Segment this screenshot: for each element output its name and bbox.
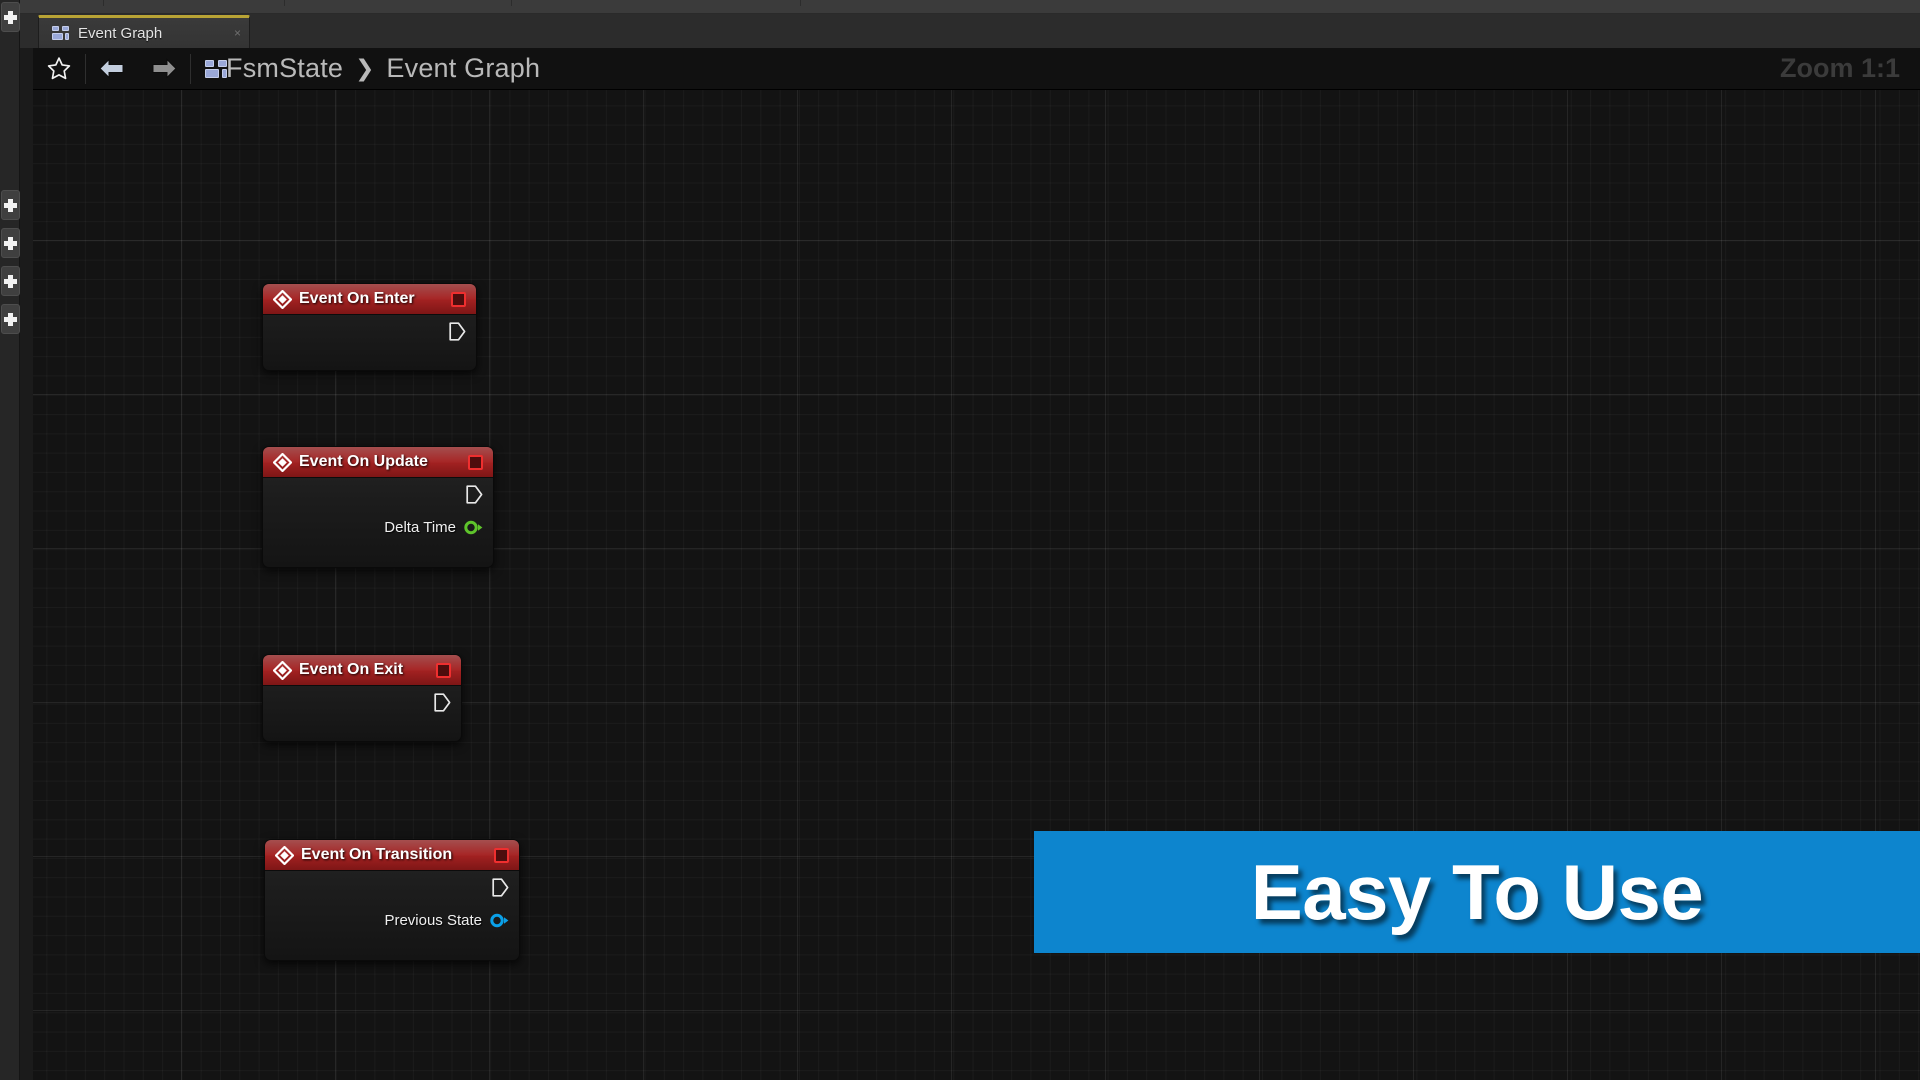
- toolbar-divider: [510, 0, 512, 6]
- blueprint-toolbar: Compile Save Browse Find Hide Unrelated …: [0, 0, 1920, 14]
- toolbar-button-play[interactable]: Play: [805, 0, 878, 13]
- promo-banner-text: Easy To Use: [1250, 847, 1704, 936]
- forward-button[interactable]: [138, 48, 190, 90]
- arrow-left-icon: [99, 58, 124, 79]
- close-icon[interactable]: ×: [212, 27, 241, 39]
- node-event-on-enter[interactable]: Event On Enter: [262, 283, 477, 371]
- tab-label: Event Graph: [78, 24, 163, 42]
- node-pin-row: [263, 686, 461, 719]
- plus-icon: [4, 198, 17, 212]
- toolbar-divider: [800, 0, 802, 6]
- toolbar-button-find[interactable]: Find: [289, 0, 362, 13]
- event-diamond-icon: [273, 660, 292, 680]
- node-header[interactable]: Event On Update: [263, 447, 493, 478]
- data-pin-icon[interactable]: [490, 913, 509, 928]
- node-header[interactable]: Event On Enter: [263, 284, 476, 315]
- event-graph-canvas[interactable]: Event On Enter Event On Update Delta Time E…: [33, 90, 1920, 1080]
- breadcrumb: FsmState ❯ Event Graph: [226, 53, 540, 84]
- back-button[interactable]: [86, 48, 138, 90]
- rail-add-button-0[interactable]: [1, 2, 20, 32]
- event-diamond-icon: [275, 845, 294, 865]
- graph-toolbar: FsmState ❯ Event Graph Zoom 1:1: [33, 48, 1920, 90]
- data-pin-icon[interactable]: [464, 520, 483, 535]
- plus-icon: [4, 236, 17, 250]
- node-header[interactable]: Event On Exit: [263, 655, 461, 686]
- rail-add-button-1[interactable]: [1, 190, 20, 220]
- arrow-right-icon: [152, 58, 177, 79]
- node-pin-row: Delta Time: [263, 511, 493, 544]
- toolbar-divider: [190, 53, 191, 84]
- exec-pin-icon[interactable]: [492, 878, 509, 897]
- exec-pin-icon[interactable]: [434, 693, 451, 712]
- toolbar-divider: [103, 0, 105, 6]
- node-pin-row: [263, 315, 476, 348]
- breadcrumb-graph-button[interactable]: [205, 59, 227, 78]
- event-badge-icon: [451, 291, 466, 307]
- node-body: [263, 315, 476, 348]
- breadcrumb-item-fsmstate[interactable]: FsmState: [226, 53, 343, 84]
- node-pin-row: [265, 871, 519, 904]
- rail-add-button-3[interactable]: [1, 266, 20, 296]
- node-event-on-exit[interactable]: Event On Exit: [262, 654, 462, 742]
- pin-label: Delta Time: [384, 519, 456, 536]
- node-title: Event On Exit: [299, 661, 404, 678]
- node-title: Event On Transition: [301, 846, 453, 863]
- pin-label: Previous State: [384, 912, 482, 929]
- star-icon: [47, 57, 71, 80]
- exec-pin-icon[interactable]: [449, 322, 466, 341]
- plus-icon: [4, 312, 17, 326]
- tab-event-graph[interactable]: Event Graph ×: [38, 15, 250, 48]
- event-diamond-icon: [273, 452, 292, 472]
- node-body: Delta Time: [263, 478, 493, 544]
- node-pin-row: Previous State: [265, 904, 519, 937]
- toolbar-button-class-settings[interactable]: Class Settings: [516, 0, 656, 13]
- toolbar-button-browse[interactable]: Browse: [186, 0, 280, 13]
- plus-icon: [4, 274, 17, 288]
- node-header[interactable]: Event On Transition: [265, 840, 519, 871]
- rail-add-button-2[interactable]: [1, 228, 20, 258]
- event-badge-icon: [494, 847, 509, 863]
- toolbar-divider: [284, 0, 286, 6]
- node-body: [263, 686, 461, 719]
- node-event-on-transition[interactable]: Event On Transition Previous State: [264, 839, 520, 961]
- left-panel-rail: [0, 0, 20, 1080]
- application-window: Compile Save Browse Find Hide Unrelated …: [0, 0, 1920, 1080]
- node-title: Event On Enter: [299, 290, 415, 307]
- node-pin-row: [263, 478, 493, 511]
- node-title: Event On Update: [299, 453, 428, 470]
- event-badge-icon: [468, 454, 483, 470]
- breadcrumb-item-event-graph[interactable]: Event Graph: [386, 53, 540, 84]
- toolbar-button-class-defaults[interactable]: Class Defaults: [655, 0, 796, 13]
- tab-bar: Event Graph ×: [20, 14, 1920, 48]
- chevron-right-icon: ❯: [355, 55, 375, 81]
- toolbar-button-save[interactable]: Save: [108, 0, 186, 13]
- rail-add-button-4[interactable]: [1, 304, 20, 334]
- toolbar-button-hide-unrelated[interactable]: Hide Unrelated: [362, 0, 506, 13]
- zoom-level-label: Zoom 1:1: [1779, 53, 1900, 83]
- node-event-on-update[interactable]: Event On Update Delta Time: [262, 446, 494, 568]
- event-badge-icon: [436, 662, 451, 678]
- bookmark-button[interactable]: [33, 48, 85, 90]
- plus-icon: [4, 10, 17, 24]
- event-diamond-icon: [273, 289, 292, 309]
- graph-icon: [52, 26, 69, 40]
- exec-pin-icon[interactable]: [466, 485, 483, 504]
- promo-banner: Easy To Use: [1034, 831, 1920, 953]
- node-body: Previous State: [265, 871, 519, 937]
